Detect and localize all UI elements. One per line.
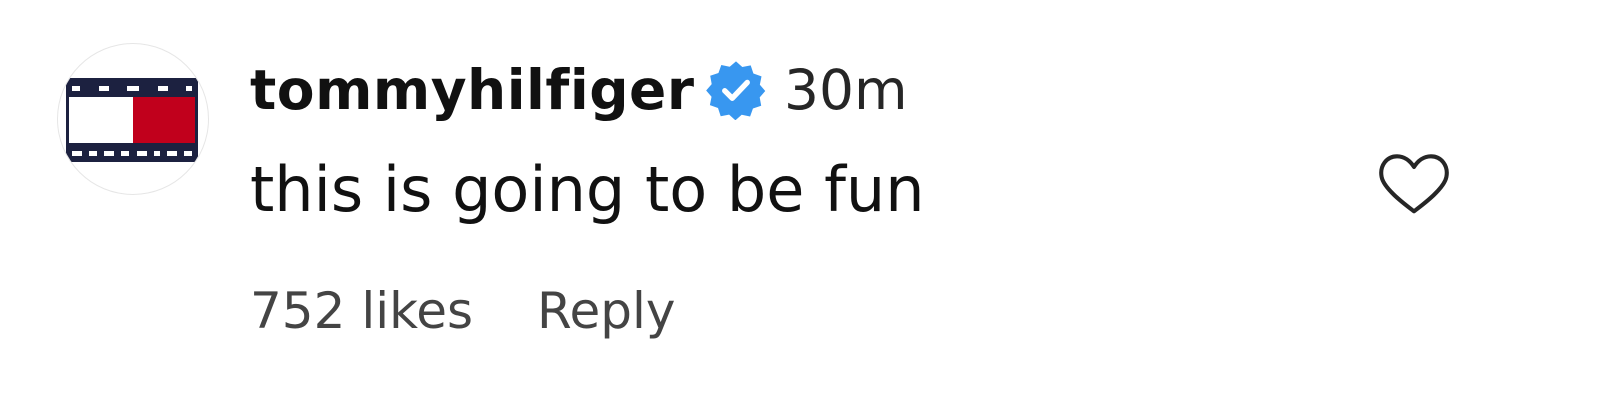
likes-count[interactable]: 752 likes xyxy=(250,278,473,344)
verified-badge-icon xyxy=(706,61,766,120)
username[interactable]: tommyhilfiger xyxy=(250,54,695,126)
comment-timestamp: 30m xyxy=(784,58,908,122)
comment-text: this is going to be fun xyxy=(250,153,925,226)
avatar[interactable] xyxy=(58,44,208,194)
comment: tommyhilfiger 30m this is going to be fu… xyxy=(0,0,1616,404)
reply-button[interactable]: Reply xyxy=(537,278,675,344)
tommy-hilfiger-logo-icon xyxy=(66,78,198,162)
heart-outline-icon[interactable] xyxy=(1376,150,1452,216)
